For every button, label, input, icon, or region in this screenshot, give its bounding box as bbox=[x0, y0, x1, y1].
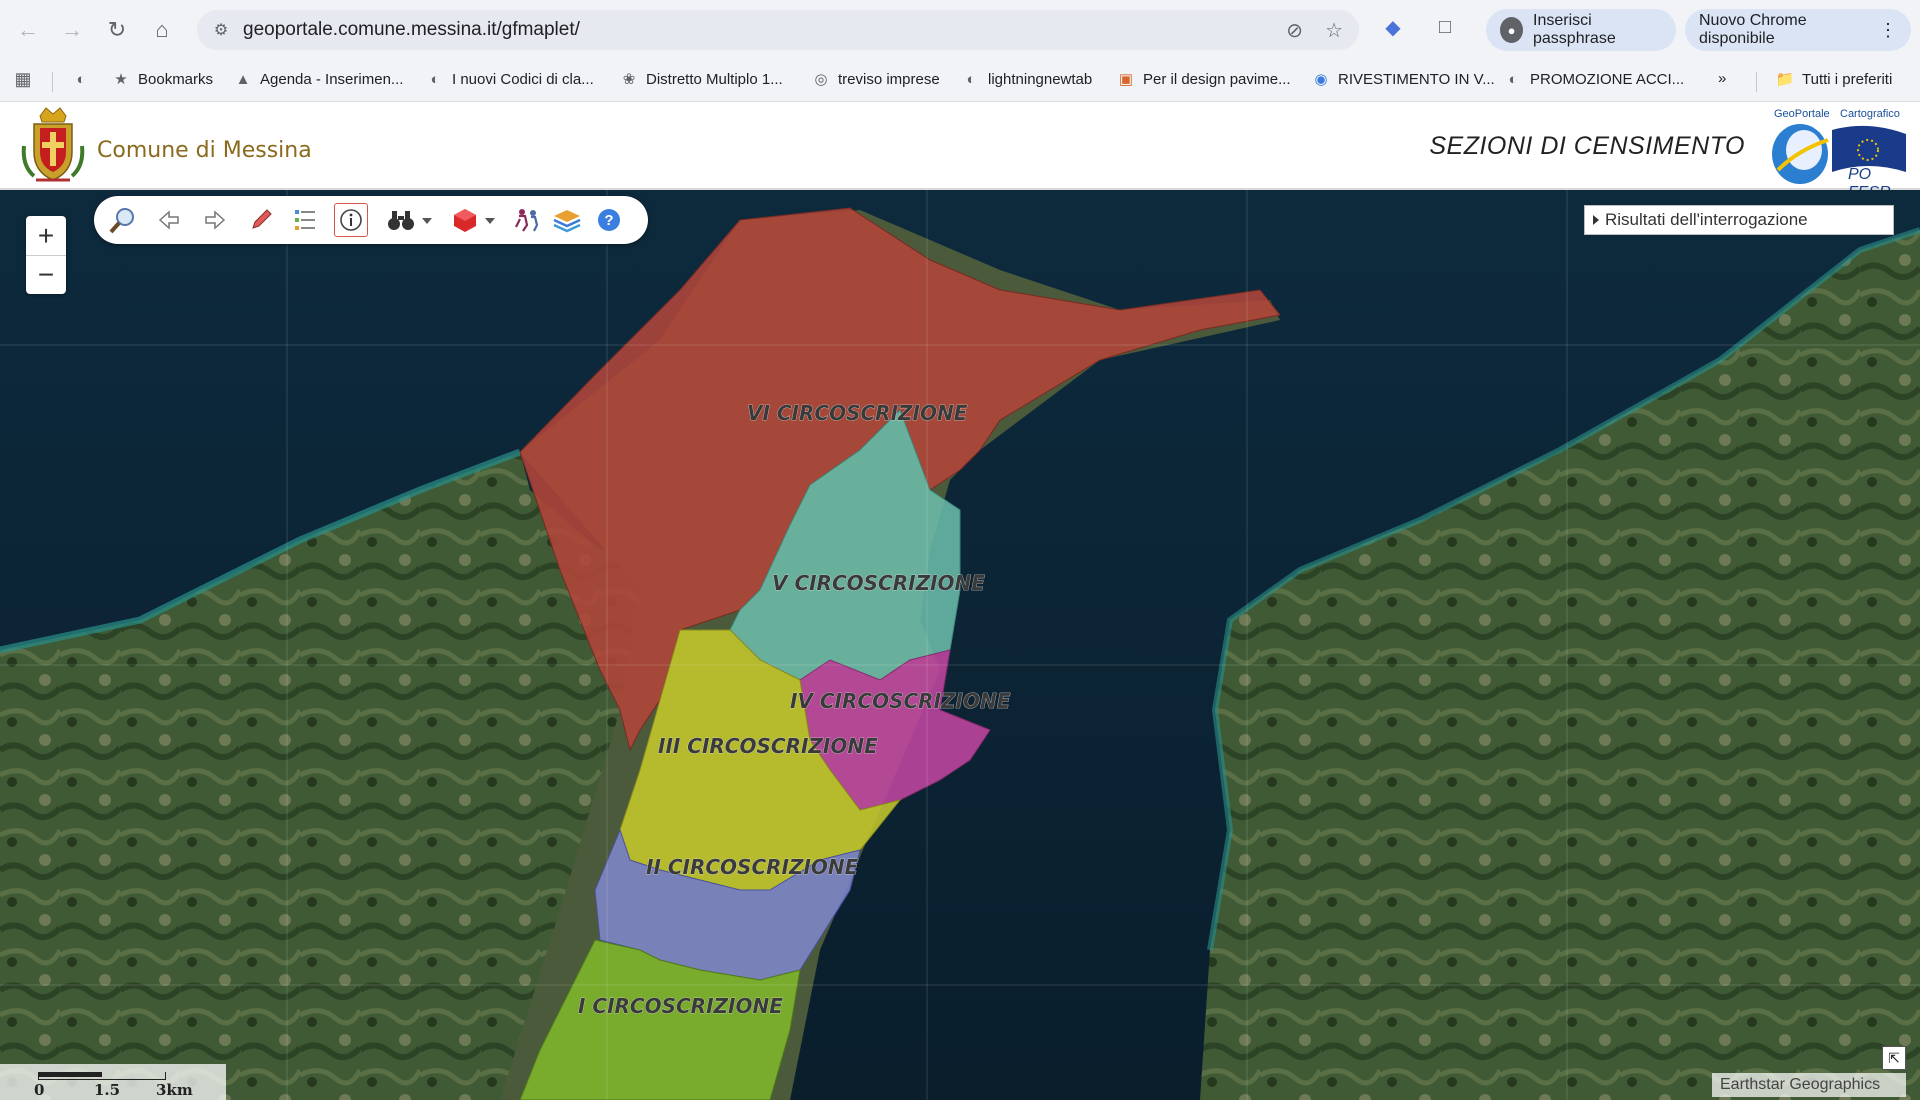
forward-icon[interactable]: → bbox=[50, 8, 94, 52]
chrome-icon: ◉ bbox=[1314, 71, 1328, 88]
zone-i-label: I CIRCOSCRIZIONE bbox=[578, 994, 783, 1018]
map-toolbar: ? bbox=[94, 196, 648, 244]
query-results-label: Risultati dell'interrogazione bbox=[1605, 210, 1808, 229]
profile-icon: ● bbox=[1500, 17, 1523, 43]
more-bookmarks-icon[interactable]: » bbox=[1718, 70, 1726, 87]
globe-icon: ◐ bbox=[430, 70, 440, 88]
globe-icon: ◐ bbox=[966, 70, 976, 88]
zoom-control: + − bbox=[26, 216, 66, 294]
scale-fill bbox=[38, 1072, 102, 1077]
update-label: Nuovo Chrome disponibile bbox=[1699, 12, 1807, 47]
query-results-panel[interactable]: Risultati dell'interrogazione bbox=[1584, 205, 1894, 235]
scale-bar: 0 1.5 3km bbox=[0, 1064, 226, 1100]
eye-off-icon[interactable]: ⊘ bbox=[1286, 18, 1303, 43]
extension-diamond-icon[interactable]: ◆ bbox=[1380, 14, 1406, 40]
lions-icon: ❀ bbox=[622, 71, 636, 88]
bookmark-item[interactable]: ◎ treviso imprese bbox=[812, 70, 940, 89]
bookmark-item[interactable]: ◉ RIVESTIMENTO IN V... bbox=[1312, 70, 1495, 89]
bookmark-item[interactable]: ★ Bookmarks bbox=[112, 70, 214, 89]
overview-toggle-icon[interactable]: ⇱ bbox=[1882, 1046, 1906, 1070]
passphrase-label: Inserisci passphrase bbox=[1533, 12, 1616, 47]
design-icon: ▣ bbox=[1118, 71, 1134, 88]
bookmark-item[interactable]: ◐ I nuovi Codici di cla... bbox=[426, 70, 594, 88]
passphrase-chip[interactable]: ● Inserisci passphrase bbox=[1486, 9, 1676, 51]
divider bbox=[1756, 72, 1757, 92]
bookmark-label: Per il design pavime... bbox=[1143, 70, 1291, 88]
back-icon[interactable]: ← bbox=[6, 8, 50, 52]
star-icon: ★ bbox=[114, 71, 128, 88]
binoculars-search-icon[interactable] bbox=[384, 203, 418, 237]
bookmark-item[interactable]: ❀ Distretto Multiplo 1... bbox=[620, 70, 783, 89]
url-text[interactable]: geoportale.comune.messina.it/gfmaplet/ bbox=[243, 19, 580, 41]
bookmark-label: RIVESTIMENTO IN V... bbox=[1338, 70, 1495, 88]
chrome-update-chip[interactable]: Nuovo Chrome disponibile ⋮ bbox=[1685, 9, 1911, 51]
attribution: Earthstar Geographics bbox=[1712, 1073, 1906, 1097]
bookmark-label: Agenda - Inserimen... bbox=[260, 70, 404, 88]
bookmark-item[interactable]: ◐ lightningnewtab bbox=[962, 70, 1092, 88]
help-question-icon[interactable]: ? bbox=[592, 203, 626, 237]
all-bookmarks-label: Tutti i preferiti bbox=[1802, 70, 1893, 88]
scale-label-end: 3km bbox=[156, 1081, 193, 1099]
zoom-out-button[interactable]: − bbox=[26, 255, 66, 294]
bookmark-label: treviso imprese bbox=[838, 70, 940, 88]
bookmark-star-icon[interactable]: ☆ bbox=[1325, 18, 1343, 43]
layers-stack-icon[interactable] bbox=[550, 203, 584, 237]
menu-kebab-icon[interactable]: ⋮ bbox=[1879, 20, 1897, 41]
bookmark-label: PROMOZIONE ACCI... bbox=[1530, 70, 1685, 88]
zone-iii-label: III CIRCOSCRIZIONE bbox=[658, 734, 878, 758]
site-header: Comune di Messina SEZIONI DI CENSIMENTO … bbox=[0, 102, 1920, 201]
geoportale-logo: GeoPortale Cartografico PO FESR bbox=[1768, 106, 1908, 201]
agenda-icon: ▲ bbox=[235, 70, 251, 88]
next-view-arrow-icon[interactable] bbox=[198, 203, 232, 237]
bookmarks-bar: ▦ ◐ ★ Bookmarks ▲ Agenda - Inserimen... ◐ I… bbox=[0, 60, 1920, 102]
all-bookmarks-folder[interactable]: 📁 Tutti i preferiti bbox=[1775, 70, 1893, 89]
3d-cube-icon[interactable] bbox=[448, 203, 482, 237]
route-people-icon[interactable] bbox=[510, 203, 544, 237]
extensions-icon[interactable]: □ bbox=[1432, 14, 1458, 40]
scale-label-mid: 1.5 bbox=[94, 1081, 121, 1099]
bookmark-item[interactable]: ▣ Per il design pavime... bbox=[1117, 70, 1291, 89]
expand-triangle-icon bbox=[1593, 215, 1599, 225]
info-identify-icon[interactable] bbox=[334, 203, 368, 237]
zone-vi-label: VI CIRCOSCRIZIONE bbox=[747, 401, 968, 425]
bookmark-label: lightningnewtab bbox=[988, 70, 1093, 88]
layers-list-icon[interactable] bbox=[288, 203, 322, 237]
folder-icon: 📁 bbox=[1775, 71, 1795, 88]
globe-icon: ◐ bbox=[1508, 70, 1518, 88]
bookmark-label: Distretto Multiplo 1... bbox=[646, 70, 783, 88]
satellite-basemap[interactable]: VI CIRCOSCRIZIONE V CIRCOSCRIZIONE IV CI… bbox=[0, 190, 1920, 1100]
divider bbox=[52, 72, 53, 92]
zone-ii-label: II CIRCOSCRIZIONE bbox=[646, 855, 859, 879]
logo-text-cartografico: Cartografico bbox=[1840, 108, 1900, 120]
logo-text-geoportale: GeoPortale bbox=[1774, 108, 1830, 120]
cube-dropdown-caret[interactable] bbox=[485, 218, 495, 224]
coat-of-arms-logo bbox=[21, 107, 85, 182]
zone-v-label: V CIRCOSCRIZIONE bbox=[772, 571, 985, 595]
bookmark-label: I nuovi Codici di cla... bbox=[452, 70, 594, 88]
bookmark-label: Bookmarks bbox=[138, 70, 214, 88]
draw-pencil-icon[interactable] bbox=[244, 203, 278, 237]
svg-text:?: ? bbox=[604, 212, 613, 229]
address-bar[interactable]: ⚙ geoportale.comune.messina.it/gfmaplet/… bbox=[197, 10, 1359, 50]
bookmark-item[interactable]: ◐ PROMOZIONE ACCI... bbox=[1504, 70, 1684, 88]
apps-grid-icon[interactable]: ▦ bbox=[14, 69, 40, 89]
bookmark-item[interactable]: ▲ Agenda - Inserimen... bbox=[234, 70, 404, 88]
page-title: SEZIONI DI CENSIMENTO bbox=[1429, 132, 1745, 160]
map-viewer[interactable]: VI CIRCOSCRIZIONE V CIRCOSCRIZIONE IV CI… bbox=[0, 190, 1920, 1100]
globe-bookmark-icon[interactable]: ◐ bbox=[72, 70, 98, 88]
zone-iv-label: IV CIRCOSCRIZIONE bbox=[790, 689, 1011, 713]
reload-icon[interactable]: ↻ bbox=[95, 8, 139, 52]
treviso-icon: ◎ bbox=[814, 71, 828, 88]
zoom-search-tool-icon[interactable] bbox=[106, 203, 140, 237]
scale-label-0: 0 bbox=[34, 1081, 45, 1099]
previous-view-arrow-icon[interactable] bbox=[152, 203, 186, 237]
site-name[interactable]: Comune di Messina bbox=[97, 138, 312, 163]
site-settings-icon[interactable]: ⚙ bbox=[201, 20, 241, 40]
zoom-in-button[interactable]: + bbox=[26, 216, 66, 255]
binoculars-dropdown-caret[interactable] bbox=[422, 218, 432, 224]
browser-toolbar: ← → ↻ ⌂ ⚙ geoportale.comune.messina.it/g… bbox=[0, 0, 1920, 60]
home-icon[interactable]: ⌂ bbox=[140, 8, 184, 52]
